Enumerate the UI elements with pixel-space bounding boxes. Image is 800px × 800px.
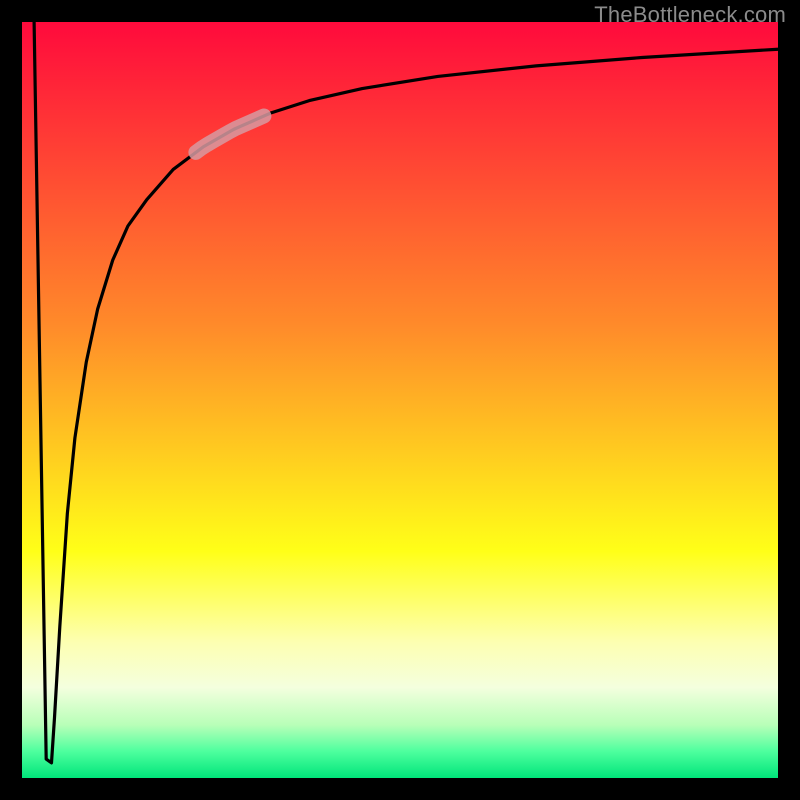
plot-area <box>22 22 778 778</box>
chart-svg <box>0 0 800 800</box>
frame-right <box>778 0 800 800</box>
frame-bottom <box>0 778 800 800</box>
plot-background <box>22 22 778 778</box>
frame-left <box>0 0 22 800</box>
watermark-text: TheBottleneck.com <box>594 2 786 28</box>
chart-frame: TheBottleneck.com <box>0 0 800 800</box>
